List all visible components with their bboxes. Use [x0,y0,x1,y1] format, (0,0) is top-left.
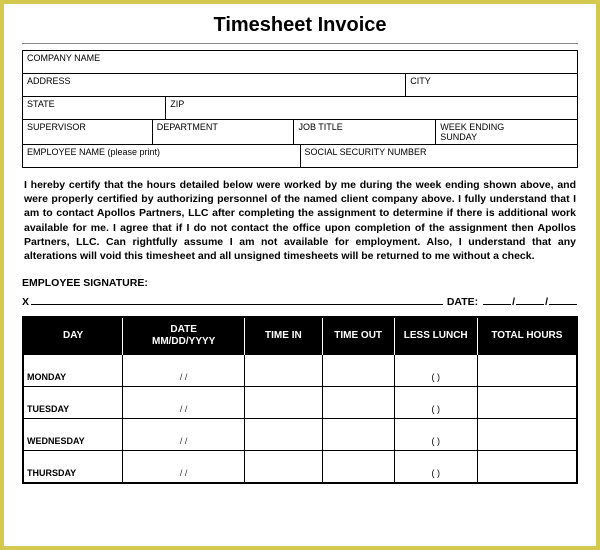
day-cell: MONDAY [23,355,123,387]
timein-cell[interactable] [245,451,323,483]
state-field[interactable]: STATE [23,97,166,119]
header-timeout: TIME OUT [322,317,394,355]
weekending-field[interactable]: WEEK ENDING SUNDAY [436,120,577,144]
timeout-cell[interactable] [322,355,394,387]
zip-field[interactable]: ZIP [166,97,577,119]
date-month[interactable] [483,293,511,305]
total-cell[interactable] [477,451,577,483]
lunch-cell[interactable]: ( ) [394,451,477,483]
date-cell[interactable]: / / [123,387,245,419]
day-cell: TUESDAY [23,387,123,419]
address-field[interactable]: ADDRESS [23,74,406,96]
department-field[interactable]: DEPARTMENT [153,120,295,144]
signature-x: X [22,296,29,308]
supervisor-field[interactable]: SUPERVISOR [23,120,153,144]
table-row: TUESDAY/ / ( ) [23,387,577,419]
timeout-cell[interactable] [322,387,394,419]
jobtitle-field[interactable]: JOB TITLE [294,120,436,144]
city-field[interactable]: CITY [406,74,577,96]
date-cell[interactable]: / / [123,451,245,483]
employee-name-field[interactable]: EMPLOYEE NAME (please print) [23,145,301,167]
title-divider [22,43,578,44]
ssn-field[interactable]: SOCIAL SECURITY NUMBER [301,145,578,167]
timein-cell[interactable] [245,355,323,387]
total-cell[interactable] [477,419,577,451]
date-day[interactable] [516,293,544,305]
date-cell[interactable]: / / [123,355,245,387]
day-cell: WEDNESDAY [23,419,123,451]
timeout-cell[interactable] [322,451,394,483]
date-slash-2: / [545,296,548,308]
timein-cell[interactable] [245,419,323,451]
signature-label: EMPLOYEE SIGNATURE: [22,277,578,289]
lunch-cell[interactable]: ( ) [394,387,477,419]
table-row: THURSDAY/ / ( ) [23,451,577,483]
info-box: COMPANY NAME ADDRESS CITY STATE ZIP SUPE… [22,50,578,168]
day-cell: THURSDAY [23,451,123,483]
header-day: DAY [23,317,123,355]
timesheet-table: DAY DATEMM/DD/YYYY TIME IN TIME OUT LESS… [22,316,578,484]
date-label: DATE: [447,296,478,308]
company-name-field[interactable]: COMPANY NAME [23,51,577,73]
lunch-cell[interactable]: ( ) [394,419,477,451]
weekending-label: WEEK ENDING [440,122,504,132]
header-lunch: LESS LUNCH [394,317,477,355]
table-row: WEDNESDAY/ / ( ) [23,419,577,451]
total-cell[interactable] [477,355,577,387]
signature-block: EMPLOYEE SIGNATURE: X DATE: / / [22,277,578,308]
timein-cell[interactable] [245,387,323,419]
date-slash-1: / [512,296,515,308]
lunch-cell[interactable]: ( ) [394,355,477,387]
signature-line[interactable] [31,293,443,305]
certification-text: I hereby certify that the hours detailed… [22,178,578,263]
timeout-cell[interactable] [322,419,394,451]
header-date: DATEMM/DD/YYYY [123,317,245,355]
date-cell[interactable]: / / [123,419,245,451]
table-row: MONDAY/ / ( ) [23,355,577,387]
header-total: TOTAL HOURS [477,317,577,355]
page-title: Timesheet Invoice [22,14,578,37]
date-year[interactable] [549,293,577,305]
header-timein: TIME IN [245,317,323,355]
sunday-label: SUNDAY [440,132,477,142]
total-cell[interactable] [477,387,577,419]
